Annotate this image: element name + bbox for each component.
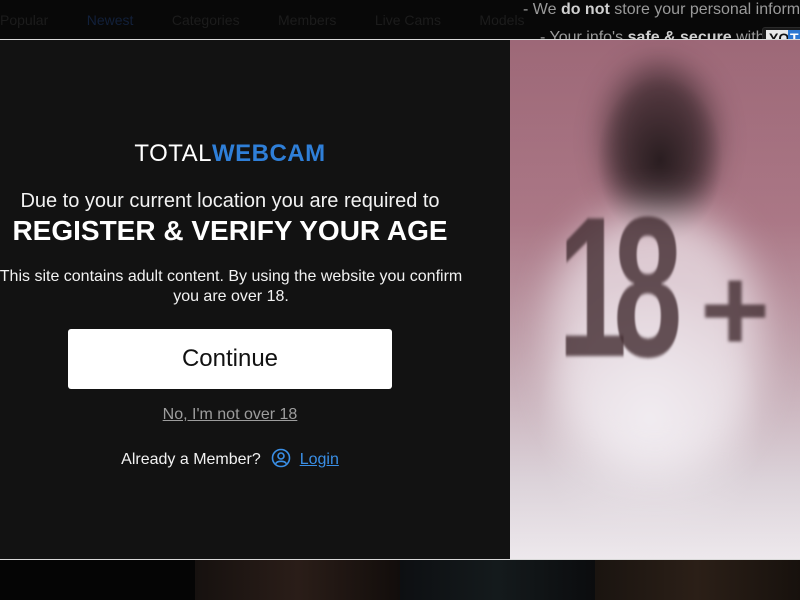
background-nav: Popular Newest Categories Members Live C… xyxy=(0,12,559,30)
video-thumbnail xyxy=(595,560,800,600)
age-plus-badge: + xyxy=(700,243,771,377)
login-link[interactable]: Login xyxy=(300,451,339,468)
video-thumbnail xyxy=(195,560,400,600)
age-restricted-image: 18 + xyxy=(510,40,800,559)
age-18-badge: 18 xyxy=(558,176,682,399)
privacy-notice-line: - We do not store your personal informa xyxy=(523,1,800,18)
location-requirement-text: Due to your current location you are req… xyxy=(20,190,440,212)
logo-text-webcam: WEBCAM xyxy=(211,140,326,167)
video-thumbnail xyxy=(400,560,595,600)
modal-content-panel: TOTALWEBCAM Due to your current location… xyxy=(0,40,510,559)
bg-nav-item: Newest xyxy=(86,12,134,28)
bg-nav-item: Members xyxy=(278,12,337,28)
logo-text-total: TOTAL xyxy=(134,140,212,167)
member-login-row: Already a Member? Login xyxy=(0,448,460,473)
already-member-label: Already a Member? xyxy=(121,451,261,468)
background-thumbnails xyxy=(0,560,800,600)
page-title: REGISTER & VERIFY YOUR AGE xyxy=(12,215,448,246)
site-logo: TOTALWEBCAM xyxy=(0,140,460,168)
bg-nav-item: Models xyxy=(479,12,525,28)
adult-content-disclaimer: This site contains adult content. By usi… xyxy=(0,268,463,305)
bg-nav-item: Live Cams xyxy=(374,12,441,28)
continue-button[interactable]: Continue xyxy=(68,329,392,389)
user-circle-icon[interactable] xyxy=(271,448,291,473)
not-over-18-link[interactable]: No, I'm not over 18 xyxy=(0,406,460,424)
bg-nav-item: Categories xyxy=(171,12,240,28)
bg-nav-item: Popular xyxy=(0,12,49,28)
age-verification-modal: TOTALWEBCAM Due to your current location… xyxy=(0,39,800,560)
